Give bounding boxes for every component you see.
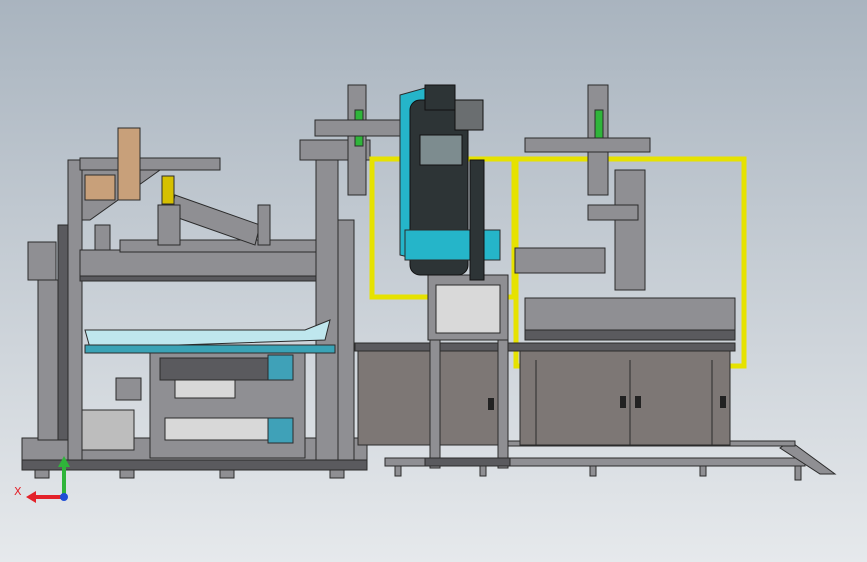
- x-axis-label: X: [14, 485, 22, 498]
- electrical-cabinets[interactable]: [354, 342, 736, 446]
- cad-viewport[interactable]: X: [0, 0, 867, 562]
